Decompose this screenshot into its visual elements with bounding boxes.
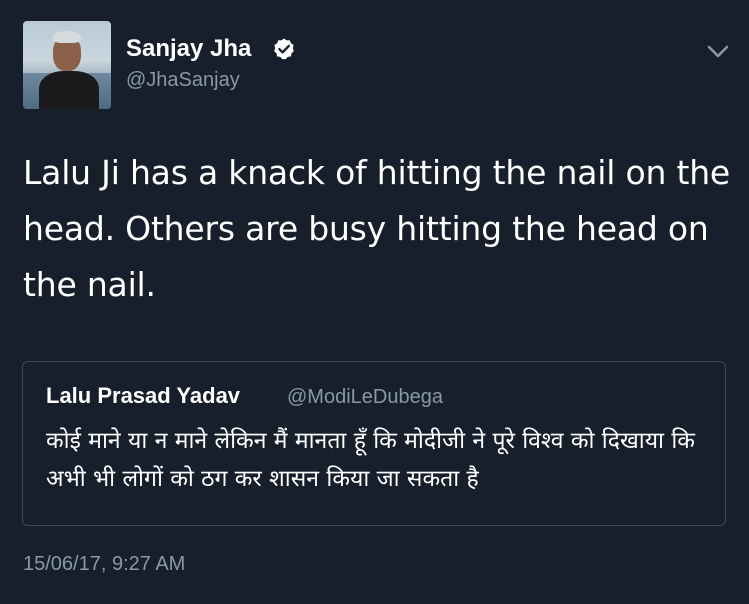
author-handle[interactable]: @JhaSanjay xyxy=(126,67,240,93)
verified-badge-icon xyxy=(274,38,294,60)
tweet-timestamp[interactable]: 15/06/17, 9:27 AM xyxy=(23,551,185,577)
quoted-author-handle: @ModiLeDubega xyxy=(287,386,443,408)
avatar[interactable] xyxy=(23,21,111,109)
avatar-figure-body xyxy=(39,71,99,109)
author-display-name[interactable]: Sanjay Jha xyxy=(126,33,251,65)
chevron-down-icon[interactable] xyxy=(706,40,730,64)
tweet-text: Lalu Ji has a knack of hitting the nail … xyxy=(23,153,731,304)
quoted-tweet-card[interactable]: Lalu Prasad Yadav @ModiLeDubega कोई माने… xyxy=(22,361,726,526)
quoted-author-name: Lalu Prasad Yadav xyxy=(46,383,241,408)
quoted-tweet-text: कोई माने या न माने लेकिन मैं मानता हूँ क… xyxy=(46,428,695,492)
avatar-figure-hair xyxy=(53,31,81,43)
tweet: Sanjay Jha @JhaSanjay Lalu Ji has a knac… xyxy=(0,0,749,604)
